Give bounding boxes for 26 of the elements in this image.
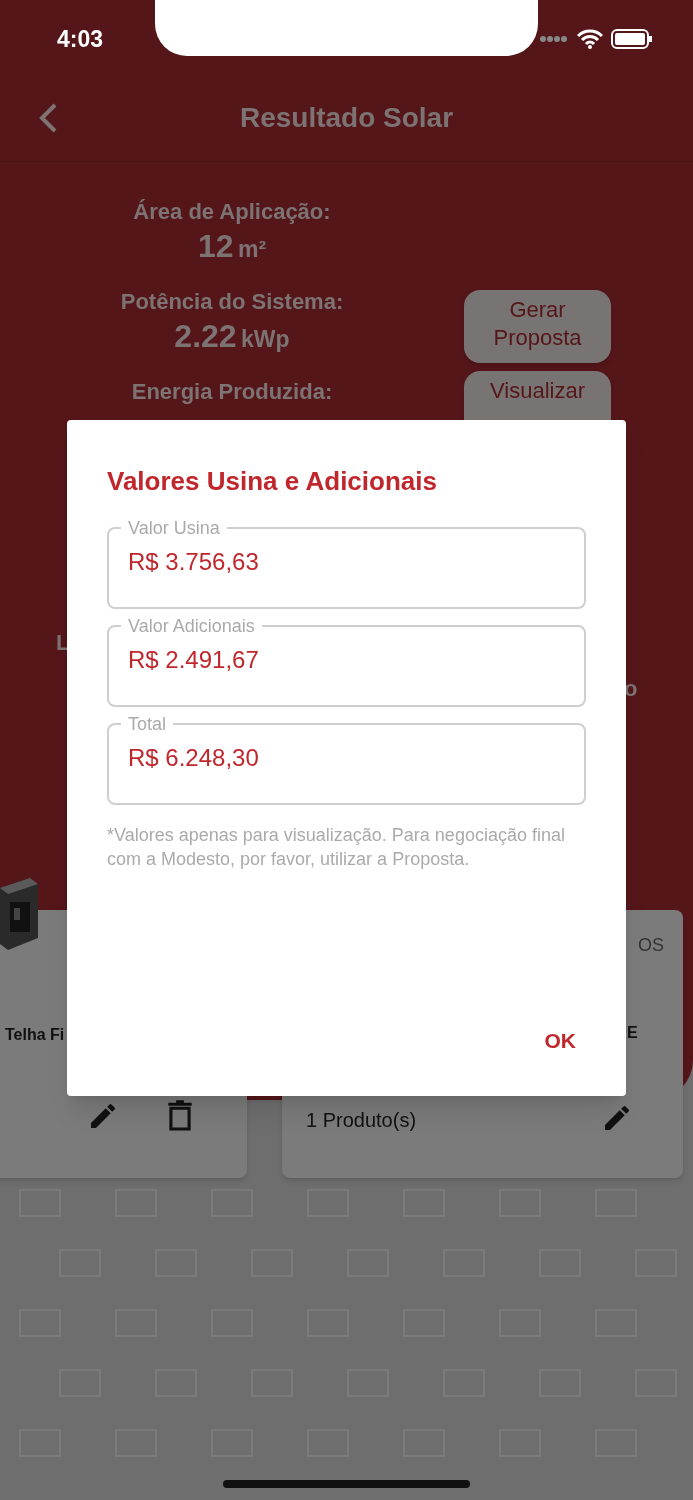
field-label: Valor Adicionais bbox=[127, 615, 256, 637]
summary-label: Energia Produzida: bbox=[131, 378, 333, 406]
product-title: Telha Fi bbox=[5, 1026, 65, 1043]
battery-icon bbox=[611, 29, 653, 49]
amount-input[interactable]: R$ 6.248,30 bbox=[128, 743, 565, 773]
product-title: E bbox=[627, 1023, 638, 1043]
wifi-icon bbox=[577, 29, 603, 49]
amount-input[interactable]: R$ 3.756,63 bbox=[128, 547, 565, 577]
field-label: Total bbox=[127, 713, 168, 735]
card-caption: OS bbox=[638, 934, 664, 957]
field-label: Valor Usina bbox=[127, 517, 221, 539]
summary-value: 12 m² bbox=[197, 227, 267, 266]
ok-button[interactable]: OK bbox=[544, 1024, 576, 1056]
back-icon[interactable] bbox=[38, 101, 58, 134]
action-button[interactable]: Gerar Proposta bbox=[464, 290, 611, 363]
trash-icon[interactable] bbox=[167, 1100, 193, 1132]
dialog-title: Valores Usina e Adicionais bbox=[107, 465, 438, 498]
status-time: 4:03 bbox=[57, 24, 104, 54]
page-title: Resultado Solar bbox=[239, 100, 454, 135]
amount-input[interactable]: R$ 2.491,67 bbox=[128, 645, 565, 675]
summary-label: Potência do Sistema: bbox=[120, 288, 344, 316]
disclaimer-text: *Valores apenas para visualização. Para negociação final com a Modesto, por favor, utilizar a Proposta. bbox=[107, 824, 566, 871]
summary-value: 2.22 kWp bbox=[174, 317, 290, 356]
product-count: 1 Produto(s) bbox=[306, 1108, 417, 1133]
signal-icon bbox=[539, 34, 569, 44]
summary-label: Área de Aplicação: bbox=[133, 198, 331, 226]
